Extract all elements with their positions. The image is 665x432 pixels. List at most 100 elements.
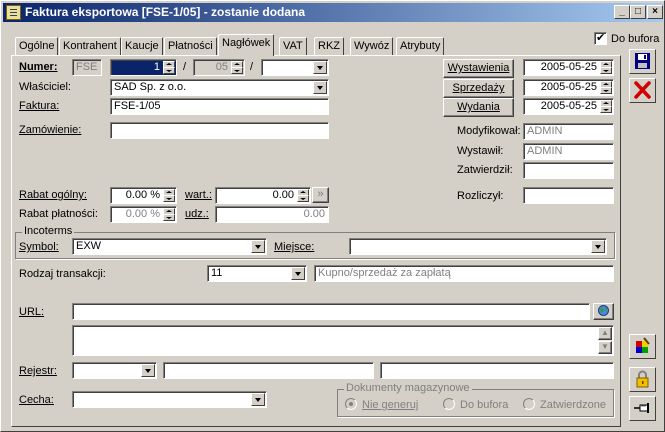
wydania-button-label: Wydania [457, 101, 500, 113]
miejsce-label: Miejsce: [274, 241, 315, 253]
do-bufora-checkbox[interactable] [594, 31, 607, 45]
wystawienia-button[interactable]: Wystawienia [443, 59, 514, 78]
pushpin-icon [634, 403, 649, 413]
colors-button[interactable] [629, 334, 656, 359]
tab-rkz[interactable]: RKZ [314, 37, 344, 55]
pin-button[interactable] [629, 396, 656, 421]
wlasciciel-select[interactable]: SAD Sp. z o.o. [110, 79, 329, 96]
window-title: Faktura eksportowa [FSE-1/05] - zostanie… [25, 5, 306, 19]
tab-platnosci[interactable]: Płatności [164, 37, 217, 55]
globe-link-icon[interactable] [593, 303, 614, 320]
zamowienie-label: Zamówienie: [19, 124, 82, 136]
chevron-down-icon[interactable] [141, 364, 155, 377]
rabat-ogolny-value: 0.00 % [125, 189, 160, 201]
chevron-down-icon[interactable] [251, 393, 265, 406]
cecha-select[interactable] [72, 391, 267, 408]
lock-button[interactable] [629, 367, 656, 392]
save-button[interactable] [629, 49, 656, 74]
tab-kontrahent[interactable]: Kontrahent [59, 37, 121, 55]
maximize-button[interactable]: □ [630, 5, 646, 19]
rabat-platnosci-value: 0.00 % [125, 208, 160, 220]
rabat-ogolny-field[interactable]: 0.00 % [110, 187, 177, 204]
date-spinner-icon[interactable] [600, 61, 612, 74]
month-spinner-icon[interactable] [231, 61, 243, 74]
wydania-button[interactable]: Wydania [443, 98, 514, 117]
modyfikowal-field: ADMIN [523, 123, 614, 140]
zamowienie-field[interactable] [110, 122, 329, 139]
rejestr-label: Rejestr: [19, 365, 57, 377]
tab-wywoz[interactable]: Wywóz [350, 37, 394, 55]
symbol-value: EXW [76, 240, 102, 252]
chevron-down-icon[interactable] [591, 240, 605, 253]
wystawienia-button-label: Wystawienia [447, 62, 510, 74]
chevron-down-icon[interactable] [251, 240, 265, 253]
dokumenty-group-title: Dokumenty magazynowe [344, 382, 472, 394]
modyfikowal-label: Modyfikował: [457, 125, 521, 137]
rejestr-field-3[interactable] [380, 362, 614, 379]
chevron-down-icon[interactable] [291, 267, 305, 280]
wart-field[interactable]: 0.00 [215, 187, 311, 204]
rejestr-field-2[interactable] [163, 362, 374, 379]
tab-vat[interactable]: VAT [279, 37, 307, 55]
url-field[interactable] [72, 303, 590, 320]
tab-kaucje[interactable]: Kaucje [121, 37, 163, 55]
wystawienia-date-field[interactable]: 2005-05-25 [523, 59, 614, 76]
faktura-field[interactable]: FSE-1/05 [110, 98, 329, 115]
date-spinner-icon[interactable] [600, 100, 612, 113]
chevron-down-icon[interactable] [313, 61, 327, 74]
rozliczyl-field [523, 187, 614, 204]
tab-ogolne[interactable]: Ogólne [15, 37, 59, 55]
tab-naglowek[interactable]: Nagłówek [218, 34, 275, 56]
close-button[interactable]: × [647, 5, 663, 19]
padlock-icon [636, 370, 649, 388]
cancel-button[interactable] [629, 78, 656, 103]
wlasciciel-value: SAD Sp. z o.o. [114, 81, 187, 93]
minimize-button[interactable]: _ [614, 5, 630, 19]
numer-label: Numer: [19, 61, 58, 73]
numer-series-select[interactable] [261, 59, 329, 76]
rabat-platnosci-field: 0.00 % [110, 206, 177, 223]
title-bar[interactable]: Faktura eksportowa [FSE-1/05] - zostanie… [3, 3, 663, 22]
zatwierdzone-label: Zatwierdzone [540, 399, 607, 411]
cecha-label: Cecha: [19, 394, 54, 406]
rozliczyl-label: Rozliczył: [457, 190, 504, 202]
sprzedazy-date-field[interactable]: 2005-05-25 [523, 79, 614, 96]
chevron-down-icon[interactable] [313, 81, 327, 94]
invoice-window: Faktura eksportowa [FSE-1/05] - zostanie… [0, 0, 665, 432]
numer-month-field[interactable]: 05 [193, 59, 245, 76]
wart-label: wart.: [185, 189, 212, 201]
wydania-date: 2005-05-25 [540, 100, 597, 112]
rabat-spinner-icon[interactable] [163, 189, 175, 202]
do-bufora-radio[interactable] [443, 398, 455, 410]
wydania-date-field[interactable]: 2005-05-25 [523, 98, 614, 115]
notes-textarea[interactable] [72, 325, 614, 356]
floppy-disk-icon [635, 53, 650, 69]
miejsce-select[interactable] [349, 238, 607, 255]
udz-label: udz.: [185, 208, 209, 220]
numer-spinner-icon[interactable] [163, 61, 175, 74]
tab-atrybuty[interactable]: Atrybuty [396, 37, 445, 55]
do-bufora-radio-label: Do bufora [460, 399, 509, 411]
sprzedazy-button-label: Sprzedaży [452, 82, 505, 94]
scroll-down-icon[interactable]: ▼ [598, 341, 612, 354]
wart-value: 0.00 [272, 189, 294, 201]
scroll-up-icon[interactable]: ▲ [598, 327, 612, 340]
symbol-select[interactable]: EXW [72, 238, 267, 255]
rodzaj-transakcji-code: 11 [211, 267, 223, 279]
rabat-platnosci-label: Rabat płatności: [19, 208, 98, 220]
rabat-ogolny-label: Rabat ogólny: [19, 189, 87, 201]
wart-spinner-icon[interactable] [297, 189, 309, 202]
wystawil-label: Wystawił: [457, 145, 504, 157]
numer-value-field[interactable]: 1 [110, 59, 177, 76]
zatwierdzone-radio[interactable] [523, 398, 535, 410]
nie-generuj-radio[interactable] [345, 398, 357, 410]
double-arrow-icon[interactable]: » [312, 187, 329, 203]
zatwierdzil-label: Zatwierdził: [457, 164, 513, 176]
udz-field: 0.00 [215, 206, 329, 223]
rodzaj-transakcji-select[interactable]: 11 [207, 265, 307, 282]
wystawienia-date: 2005-05-25 [540, 61, 597, 73]
date-spinner-icon[interactable] [600, 81, 612, 94]
rejestr-select[interactable] [72, 362, 157, 379]
notes-scrollbar[interactable]: ▲ ▼ [598, 327, 612, 354]
sprzedazy-button[interactable]: Sprzedaży [443, 79, 514, 98]
